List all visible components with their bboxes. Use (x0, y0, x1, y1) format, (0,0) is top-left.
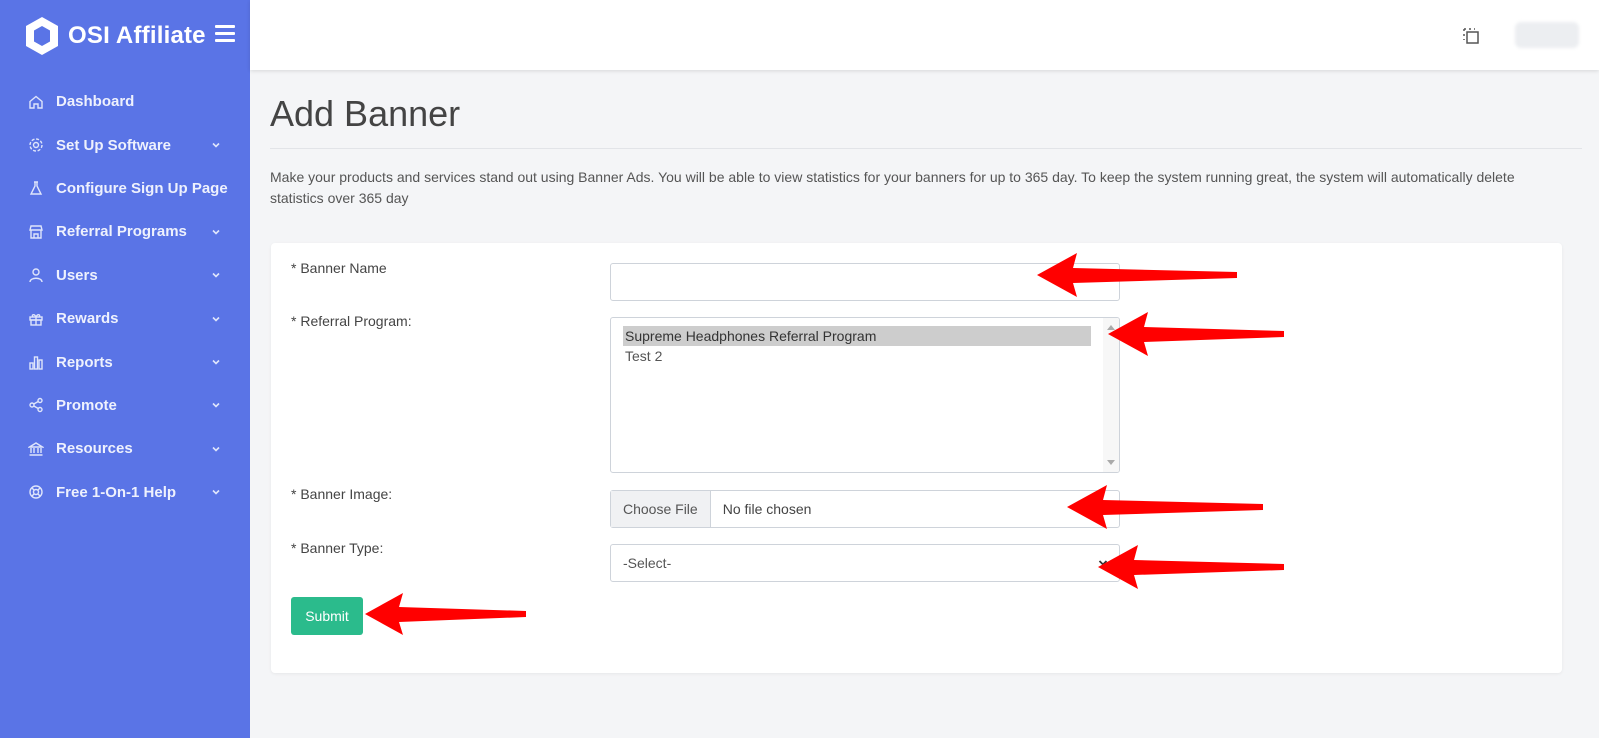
sidebar-item-resources[interactable]: Resources (0, 427, 250, 470)
chevron-down-icon (212, 446, 220, 452)
banner-type-value: -Select- (623, 555, 672, 571)
annotation-arrow (1067, 485, 1263, 529)
sidebar-item-label: Promote (56, 396, 117, 414)
choose-file-button[interactable]: Choose File (611, 491, 711, 527)
sidebar-item-rewards[interactable]: Rewards (0, 297, 250, 340)
sidebar-item-label: Dashboard (56, 93, 135, 111)
page-title: Add Banner (270, 93, 461, 134)
page-intro: Make your products and services stand ou… (270, 169, 1515, 206)
chevron-down-icon (212, 273, 220, 278)
copy-icon[interactable] (1461, 26, 1481, 46)
hexagon-logo-icon (26, 17, 58, 55)
chevron-down-icon (212, 359, 220, 365)
share-icon (29, 398, 43, 413)
sidebar-item-set-up-software[interactable]: Set Up Software (0, 123, 250, 166)
banner-image-label: * Banner Image: (291, 486, 393, 502)
sidebar-item-label: Free 1-On-1 Help (56, 483, 177, 501)
chevron-down-icon (212, 143, 220, 148)
user-avatar[interactable] (1515, 22, 1579, 48)
lifebuoy-icon (29, 485, 43, 499)
referral-program-option[interactable]: Supreme Headphones Referral Program (623, 326, 1091, 346)
annotation-arrow (365, 593, 526, 635)
flask-icon (29, 181, 43, 196)
brand[interactable]: OSI Affiliate (24, 15, 206, 57)
referral-program-listbox[interactable]: Supreme Headphones Referral Program Test… (610, 317, 1120, 473)
banner-type-select[interactable]: -Select- (610, 544, 1120, 582)
referral-program-option[interactable]: Test 2 (623, 346, 1091, 366)
scroll-down-arrow-icon[interactable] (1107, 460, 1115, 465)
sidebar-item-referral-programs[interactable]: Referral Programs (0, 210, 250, 253)
annotation-arrow (1108, 312, 1284, 356)
referral-program-label: * Referral Program: (291, 313, 412, 329)
hamburger-menu-icon[interactable] (215, 25, 235, 45)
store-icon (29, 225, 43, 239)
main-content: Add Banner Make your products and servic… (270, 70, 1582, 209)
sidebar-item-label: Users (56, 266, 98, 284)
chevron-down-icon (212, 490, 220, 495)
submit-button[interactable]: Submit (291, 597, 363, 635)
sidebar-item-label: Resources (56, 440, 133, 458)
banner-name-label: * Banner Name (291, 260, 387, 276)
sidebar-item-promote[interactable]: Promote (0, 384, 250, 427)
bank-icon (28, 441, 44, 456)
sidebar-item-users[interactable]: Users (0, 254, 250, 297)
brand-name: OSI Affiliate (68, 22, 206, 49)
annotation-arrow (1037, 253, 1237, 297)
chevron-down-icon (212, 229, 220, 235)
sidebar: OSI Affiliate Dashboard Set Up Software … (0, 0, 250, 738)
user-icon (29, 268, 43, 283)
sidebar-nav: Dashboard Set Up Software Configure Sign… (0, 80, 250, 514)
sidebar-item-label: Reports (56, 353, 113, 371)
chevron-down-icon (212, 316, 220, 322)
banner-type-label: * Banner Type: (291, 540, 384, 556)
gift-icon (29, 313, 43, 326)
bar-chart-icon (29, 356, 43, 370)
sidebar-item-label: Rewards (56, 310, 119, 328)
sidebar-item-free-help[interactable]: Free 1-On-1 Help (0, 471, 250, 514)
sidebar-item-configure-sign-up-page[interactable]: Configure Sign Up Page (0, 167, 250, 210)
annotation-arrow (1098, 545, 1284, 589)
file-status: No file chosen (722, 501, 812, 517)
topbar (250, 0, 1599, 70)
chevron-down-icon (212, 403, 220, 409)
sidebar-item-reports[interactable]: Reports (0, 340, 250, 383)
sidebar-item-dashboard[interactable]: Dashboard (0, 80, 250, 123)
sidebar-item-label: Set Up Software (56, 136, 172, 154)
sidebar-item-label: Referral Programs (56, 223, 187, 241)
banner-image-file-input[interactable]: Choose File No file chosen (610, 490, 1120, 528)
home-icon (29, 95, 43, 109)
gear-icon (29, 138, 43, 152)
sidebar-item-label: Configure Sign Up Page (56, 179, 228, 197)
divider (270, 148, 1582, 149)
